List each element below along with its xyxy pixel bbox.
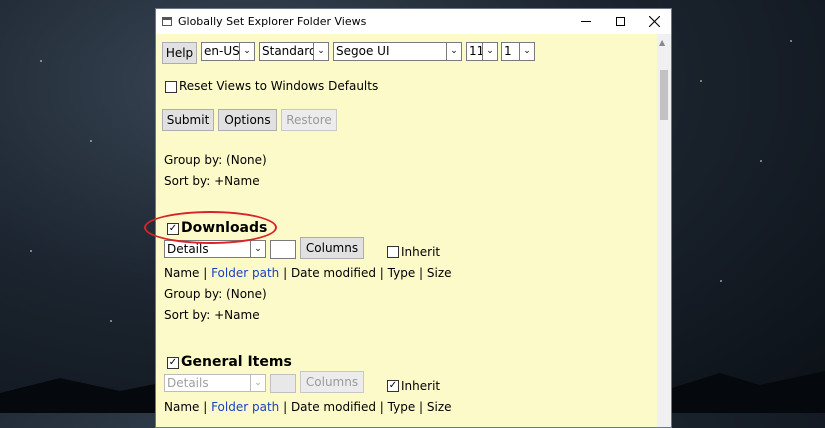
col-folder-path-link[interactable]: Folder path [211, 266, 279, 280]
downloads-inherit-label: Inherit [401, 245, 441, 259]
global-group-by: Group by: (None) [164, 153, 267, 167]
style-value: Standard [262, 44, 317, 58]
general-view-select[interactable]: Details ⌄ [164, 374, 266, 392]
level-select[interactable]: 1 ⌄ [501, 42, 535, 61]
chevron-down-icon: ⌄ [482, 43, 497, 60]
scroll-thumb[interactable] [660, 70, 668, 120]
restore-button[interactable]: Restore [281, 109, 337, 131]
col-name: Name [164, 266, 200, 280]
downloads-group-by: Group by: (None) [164, 287, 267, 301]
app-icon [162, 17, 172, 26]
maximize-button[interactable] [603, 9, 637, 34]
general-columns-button[interactable]: Columns [300, 371, 364, 393]
chevron-down-icon: ⌄ [446, 43, 461, 60]
chevron-down-icon: ⌄ [519, 43, 534, 60]
general-view-value: Details [167, 376, 209, 390]
chevron-down-icon: ⌄ [250, 375, 265, 391]
col-date-modified: Date modified [290, 266, 376, 280]
chevron-down-icon: ⌄ [239, 43, 254, 60]
help-button[interactable]: Help [162, 42, 197, 64]
locale-select[interactable]: en-US ⌄ [201, 42, 255, 61]
col-type: Type [387, 400, 416, 414]
options-button[interactable]: Options [218, 109, 277, 131]
minimize-button[interactable] [569, 9, 603, 34]
general-items-title: General Items [181, 354, 292, 370]
submit-button[interactable]: Submit [162, 109, 214, 131]
close-icon [648, 16, 660, 27]
style-select[interactable]: Standard ⌄ [259, 42, 329, 61]
close-button[interactable] [637, 9, 671, 34]
downloads-view-value: Details [167, 242, 209, 256]
locale-value: en-US [204, 44, 240, 58]
vertical-scrollbar[interactable]: ▲ [657, 34, 671, 427]
downloads-inherit-checkbox[interactable] [387, 246, 399, 258]
reset-views-label: Reset Views to Windows Defaults [179, 79, 379, 93]
font-value: Segoe UI [336, 44, 390, 58]
reset-views-checkbox[interactable] [165, 81, 177, 93]
font-select[interactable]: Segoe UI ⌄ [333, 42, 462, 61]
downloads-column-list: Name | Folder path | Date modified | Typ… [164, 266, 452, 280]
downloads-width-input[interactable] [270, 240, 296, 259]
global-sort-by: Sort by: +Name [164, 174, 260, 188]
highlight-annotation-oval [144, 211, 277, 244]
general-width-input[interactable] [270, 374, 296, 393]
col-size: Size [426, 266, 452, 280]
chevron-down-icon: ⌄ [313, 43, 328, 60]
window-title: Globally Set Explorer Folder Views [178, 15, 367, 28]
col-date-modified: Date modified [290, 400, 376, 414]
col-folder-path-link[interactable]: Folder path [211, 400, 279, 414]
downloads-sort-by: Sort by: +Name [164, 308, 260, 322]
minimize-icon [581, 21, 591, 22]
level-value: 1 [504, 44, 512, 58]
chevron-down-icon: ⌄ [250, 241, 265, 257]
scroll-up-icon[interactable]: ▲ [659, 38, 665, 47]
maximize-icon [615, 17, 625, 26]
font-size-select[interactable]: 11 ⌄ [466, 42, 498, 61]
general-items-checkbox[interactable]: ✓ [167, 357, 179, 369]
col-name: Name [164, 400, 200, 414]
downloads-columns-button[interactable]: Columns [300, 237, 364, 259]
general-inherit-label: Inherit [401, 379, 441, 393]
col-type: Type [387, 266, 416, 280]
general-inherit-checkbox[interactable]: ✓ [387, 380, 399, 392]
title-bar: Globally Set Explorer Folder Views [156, 9, 671, 34]
general-column-list: Name | Folder path | Date modified | Typ… [164, 400, 452, 414]
col-size: Size [426, 400, 452, 414]
